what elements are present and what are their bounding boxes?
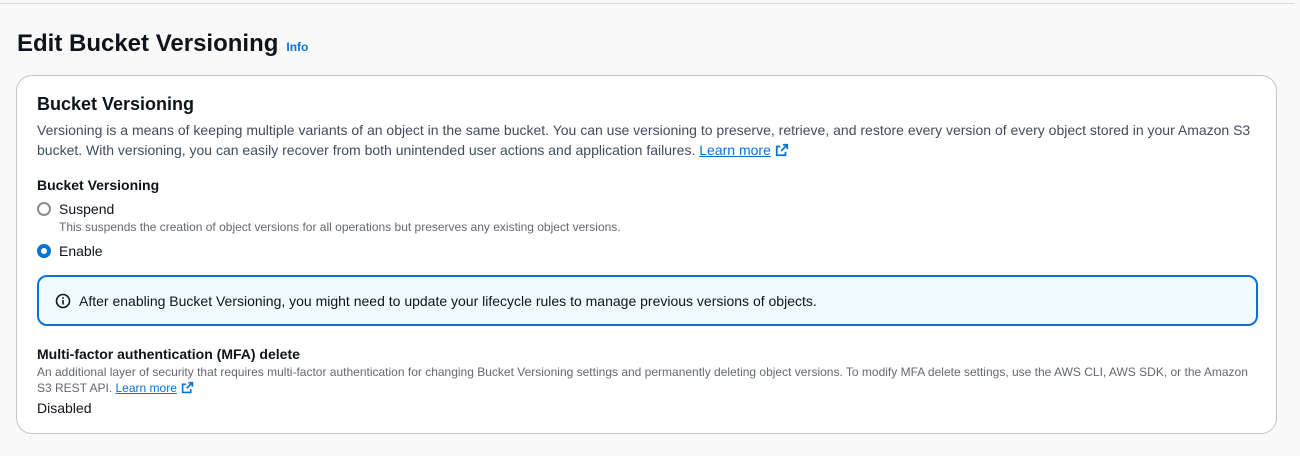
radio-option-suspend[interactable]: Suspend This suspends the creation of ob… <box>37 199 1258 235</box>
info-alert: After enabling Bucket Versioning, you mi… <box>37 275 1258 326</box>
enable-radio[interactable] <box>37 244 51 258</box>
bucket-versioning-label: Bucket Versioning <box>37 177 160 193</box>
suspend-description: This suspends the creation of object ver… <box>59 220 621 234</box>
info-link[interactable]: Info <box>286 40 308 54</box>
suspend-radio[interactable] <box>37 202 51 216</box>
versioning-card: Bucket Versioning Versioning is a means … <box>16 75 1277 434</box>
top-divider <box>0 3 1294 4</box>
page-title: Edit Bucket Versioning <box>17 30 279 57</box>
suspend-label[interactable]: Suspend <box>59 199 621 219</box>
info-circle-icon <box>55 293 71 308</box>
mfa-description: An additional layer of security that req… <box>37 364 1258 396</box>
versioning-description-text: Versioning is a means of keeping multipl… <box>37 122 1251 158</box>
external-link-icon <box>775 143 788 157</box>
versioning-description: Versioning is a means of keeping multipl… <box>37 120 1258 160</box>
section-title: Bucket Versioning <box>37 94 195 114</box>
mfa-learn-more-label: Learn more <box>115 381 177 395</box>
alert-text: After enabling Bucket Versioning, you mi… <box>79 292 817 309</box>
mfa-learn-more-link[interactable]: Learn more <box>116 381 194 395</box>
radio-option-enable[interactable]: Enable <box>37 241 1258 261</box>
learn-more-label: Learn more <box>699 142 771 158</box>
page-header: Edit Bucket Versioning Info <box>17 28 308 60</box>
mfa-description-text: An additional layer of security that req… <box>37 365 1248 395</box>
external-link-icon <box>181 381 194 394</box>
mfa-value: Disabled <box>37 400 92 416</box>
mfa-title: Multi-factor authentication (MFA) delete <box>37 346 300 362</box>
learn-more-link[interactable]: Learn more <box>699 142 789 158</box>
enable-label[interactable]: Enable <box>59 241 103 261</box>
